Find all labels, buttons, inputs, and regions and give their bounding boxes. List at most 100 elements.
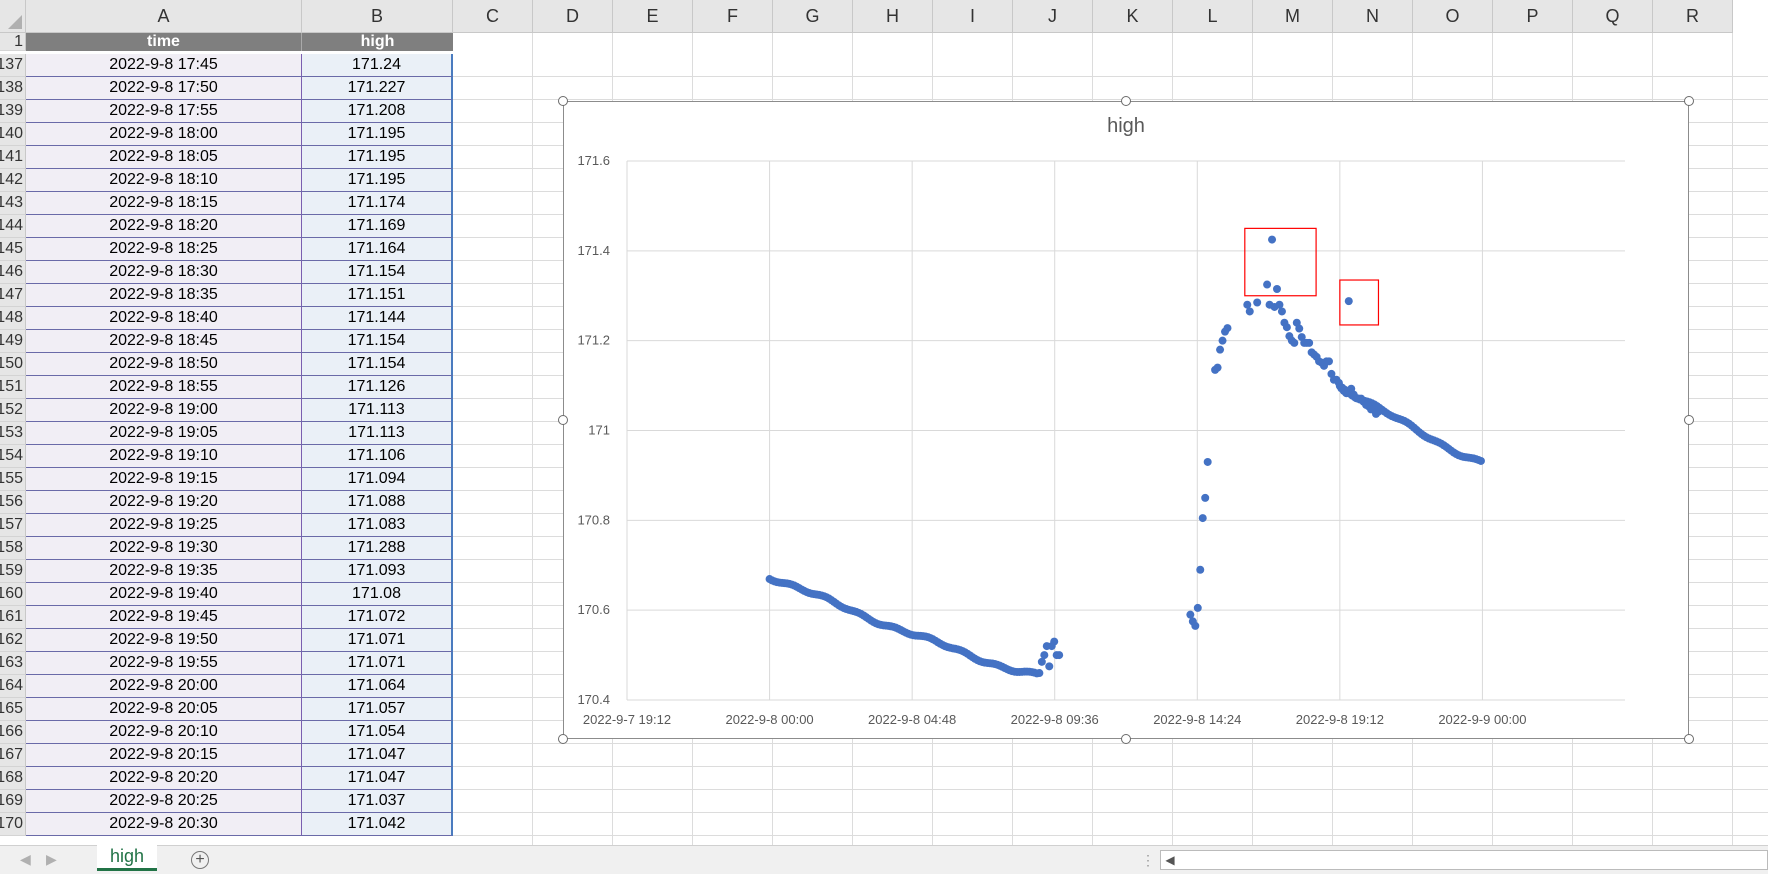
row-header[interactable]: 148 bbox=[0, 307, 26, 330]
row-header[interactable]: 137 bbox=[0, 54, 26, 77]
row-header[interactable]: 138 bbox=[0, 77, 26, 100]
cell-high[interactable]: 171.093 bbox=[302, 560, 453, 583]
row-header[interactable]: 143 bbox=[0, 192, 26, 215]
resize-handle[interactable] bbox=[558, 96, 568, 106]
cell-high[interactable]: 171.072 bbox=[302, 606, 453, 629]
scatter-chart[interactable]: high 170.4 170.6 170.8 171 171.2 171.4 171.6 202… bbox=[563, 101, 1689, 739]
cell-high[interactable]: 171.094 bbox=[302, 468, 453, 491]
resize-handle[interactable] bbox=[1684, 734, 1694, 744]
cell-time[interactable]: 2022-9-8 18:00 bbox=[26, 123, 302, 146]
cell-high[interactable]: 171.195 bbox=[302, 169, 453, 192]
cell-high[interactable]: 171.154 bbox=[302, 353, 453, 376]
cell-time[interactable]: 2022-9-8 20:25 bbox=[26, 790, 302, 813]
row-header[interactable]: 166 bbox=[0, 721, 26, 744]
column-header[interactable]: I bbox=[933, 0, 1013, 33]
cell-time[interactable]: 2022-9-8 20:05 bbox=[26, 698, 302, 721]
cell-high[interactable]: 171.208 bbox=[302, 100, 453, 123]
horizontal-scrollbar[interactable] bbox=[1160, 850, 1768, 870]
cell-high[interactable]: 171.083 bbox=[302, 514, 453, 537]
column-header[interactable]: D bbox=[533, 0, 613, 33]
cell-time[interactable]: 2022-9-8 18:05 bbox=[26, 146, 302, 169]
column-header[interactable]: E bbox=[613, 0, 693, 33]
cell-time[interactable]: 2022-9-8 18:15 bbox=[26, 192, 302, 215]
column-header[interactable]: J bbox=[1013, 0, 1093, 33]
add-sheet-icon[interactable]: + bbox=[191, 851, 209, 869]
column-header[interactable]: H bbox=[853, 0, 933, 33]
cell-high[interactable]: 171.054 bbox=[302, 721, 453, 744]
header-cell-high[interactable]: high bbox=[302, 33, 453, 51]
cell-high[interactable]: 171.08 bbox=[302, 583, 453, 606]
tab-splitter-icon[interactable]: ⋮ bbox=[1141, 852, 1155, 869]
row-header[interactable]: 139 bbox=[0, 100, 26, 123]
row-header[interactable]: 141 bbox=[0, 146, 26, 169]
cell-time[interactable]: 2022-9-8 18:20 bbox=[26, 215, 302, 238]
cell-high[interactable]: 171.126 bbox=[302, 376, 453, 399]
cell-high[interactable]: 171.064 bbox=[302, 675, 453, 698]
row-header[interactable]: 161 bbox=[0, 606, 26, 629]
cell-time[interactable]: 2022-9-8 18:10 bbox=[26, 169, 302, 192]
row-header[interactable]: 159 bbox=[0, 560, 26, 583]
column-header[interactable]: P bbox=[1493, 0, 1573, 33]
column-header[interactable]: M bbox=[1253, 0, 1333, 33]
next-sheet-icon[interactable]: ▶ bbox=[46, 851, 57, 868]
row-header[interactable]: 142 bbox=[0, 169, 26, 192]
row-header[interactable]: 145 bbox=[0, 238, 26, 261]
row-header[interactable]: 167 bbox=[0, 744, 26, 767]
cell-time[interactable]: 2022-9-8 17:45 bbox=[26, 54, 302, 77]
column-header[interactable]: L bbox=[1173, 0, 1253, 33]
cell-high[interactable]: 171.151 bbox=[302, 284, 453, 307]
cell-time[interactable]: 2022-9-8 17:50 bbox=[26, 77, 302, 100]
cell-time[interactable]: 2022-9-8 20:20 bbox=[26, 767, 302, 790]
cell-high[interactable]: 171.288 bbox=[302, 537, 453, 560]
resize-handle[interactable] bbox=[1684, 415, 1694, 425]
cell-high[interactable]: 171.071 bbox=[302, 652, 453, 675]
row-header[interactable]: 165 bbox=[0, 698, 26, 721]
cell-high[interactable]: 171.113 bbox=[302, 422, 453, 445]
cell-high[interactable]: 171.154 bbox=[302, 261, 453, 284]
cell-time[interactable]: 2022-9-8 18:50 bbox=[26, 353, 302, 376]
cell-high[interactable]: 171.057 bbox=[302, 698, 453, 721]
cell-high[interactable]: 171.169 bbox=[302, 215, 453, 238]
cell-time[interactable]: 2022-9-8 19:00 bbox=[26, 399, 302, 422]
resize-handle[interactable] bbox=[1121, 734, 1131, 744]
cell-time[interactable]: 2022-9-8 20:00 bbox=[26, 675, 302, 698]
cell-time[interactable]: 2022-9-8 19:15 bbox=[26, 468, 302, 491]
cell-high[interactable]: 171.088 bbox=[302, 491, 453, 514]
cell-high[interactable]: 171.106 bbox=[302, 445, 453, 468]
cell-time[interactable]: 2022-9-8 20:10 bbox=[26, 721, 302, 744]
column-header[interactable]: F bbox=[693, 0, 773, 33]
cell-high[interactable]: 171.042 bbox=[302, 813, 453, 836]
column-header[interactable]: G bbox=[773, 0, 853, 33]
cell-high[interactable]: 171.071 bbox=[302, 629, 453, 652]
resize-handle[interactable] bbox=[1121, 96, 1131, 106]
row-header[interactable]: 1 bbox=[0, 33, 26, 51]
column-header[interactable]: N bbox=[1333, 0, 1413, 33]
row-header[interactable]: 168 bbox=[0, 767, 26, 790]
cell-time[interactable]: 2022-9-8 19:45 bbox=[26, 606, 302, 629]
column-header[interactable]: Q bbox=[1573, 0, 1653, 33]
row-header[interactable]: 152 bbox=[0, 399, 26, 422]
cell-time[interactable]: 2022-9-8 19:10 bbox=[26, 445, 302, 468]
cell-high[interactable]: 171.047 bbox=[302, 744, 453, 767]
row-header[interactable]: 163 bbox=[0, 652, 26, 675]
cell-time[interactable]: 2022-9-8 19:05 bbox=[26, 422, 302, 445]
cell-time[interactable]: 2022-9-8 19:55 bbox=[26, 652, 302, 675]
row-header[interactable]: 153 bbox=[0, 422, 26, 445]
cell-high[interactable]: 171.047 bbox=[302, 767, 453, 790]
cell-time[interactable]: 2022-9-8 18:30 bbox=[26, 261, 302, 284]
cell-time[interactable]: 2022-9-8 18:25 bbox=[26, 238, 302, 261]
row-header[interactable]: 164 bbox=[0, 675, 26, 698]
row-header[interactable]: 170 bbox=[0, 813, 26, 836]
cell-high[interactable]: 171.24 bbox=[302, 54, 453, 77]
cell-time[interactable]: 2022-9-8 19:35 bbox=[26, 560, 302, 583]
column-header[interactable]: O bbox=[1413, 0, 1493, 33]
resize-handle[interactable] bbox=[558, 734, 568, 744]
cell-high[interactable]: 171.227 bbox=[302, 77, 453, 100]
row-header[interactable]: 151 bbox=[0, 376, 26, 399]
cell-time[interactable]: 2022-9-8 18:40 bbox=[26, 307, 302, 330]
row-header[interactable]: 144 bbox=[0, 215, 26, 238]
row-header[interactable]: 150 bbox=[0, 353, 26, 376]
resize-handle[interactable] bbox=[558, 415, 568, 425]
scroll-left-icon[interactable]: ◀ bbox=[1160, 850, 1180, 870]
row-header[interactable]: 169 bbox=[0, 790, 26, 813]
